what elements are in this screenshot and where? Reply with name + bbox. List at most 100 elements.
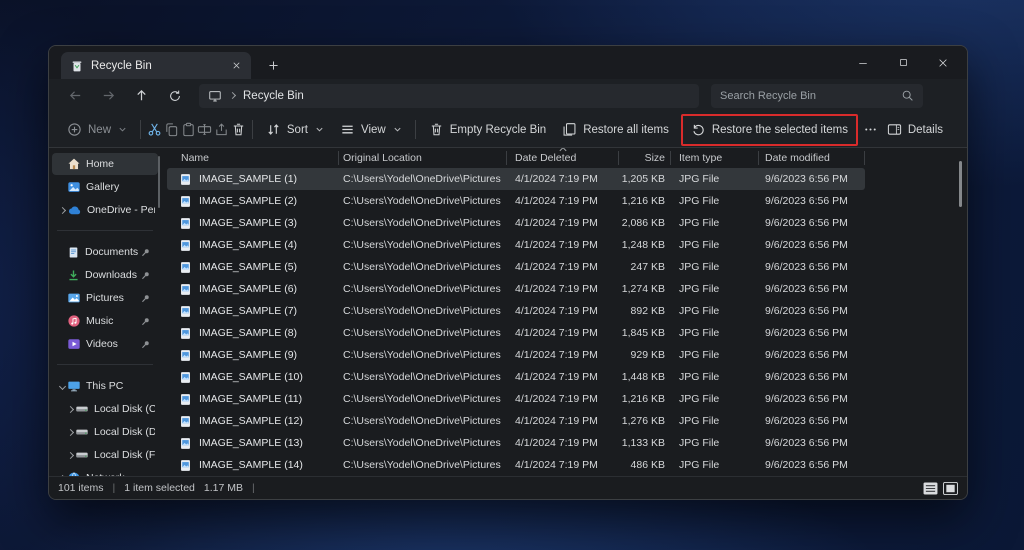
copy-button[interactable] bbox=[163, 116, 180, 144]
address-field[interactable]: Recycle Bin bbox=[199, 84, 699, 108]
close-window-button[interactable] bbox=[923, 46, 963, 79]
sidebar-item-documents[interactable]: Documents bbox=[52, 241, 158, 263]
chevron-down-icon bbox=[118, 125, 127, 134]
column-header-size[interactable]: Size bbox=[619, 148, 671, 168]
table-row[interactable]: IMAGE_SAMPLE (2) C:\Users\Yodel\OneDrive… bbox=[167, 190, 865, 212]
restore-icon bbox=[691, 122, 706, 137]
table-row[interactable]: IMAGE_SAMPLE (5) C:\Users\Yodel\OneDrive… bbox=[167, 256, 865, 278]
share-icon bbox=[214, 122, 229, 137]
sidebar-item-music[interactable]: Music bbox=[52, 310, 158, 332]
table-row[interactable]: IMAGE_SAMPLE (9) C:\Users\Yodel\OneDrive… bbox=[167, 344, 865, 366]
breadcrumb[interactable]: Recycle Bin bbox=[243, 90, 304, 102]
back-button[interactable] bbox=[59, 83, 92, 109]
refresh-button[interactable] bbox=[158, 83, 191, 109]
table-row[interactable]: IMAGE_SAMPLE (10) C:\Users\Yodel\OneDriv… bbox=[167, 366, 865, 388]
sort-button[interactable]: Sort bbox=[258, 116, 332, 144]
disk-icon bbox=[75, 425, 89, 439]
paste-button[interactable] bbox=[180, 116, 197, 144]
item-count: 101 items bbox=[58, 482, 104, 494]
sidebar-item-local-disk-c[interactable]: Local Disk (C:) bbox=[60, 398, 158, 420]
cut-button[interactable] bbox=[146, 116, 163, 144]
sidebar-item-network[interactable]: Network bbox=[52, 467, 158, 476]
more-options-button[interactable] bbox=[862, 116, 879, 144]
chevron-right-icon bbox=[66, 405, 73, 412]
music-icon bbox=[67, 314, 81, 328]
restore-all-items-button[interactable]: Restore all items bbox=[554, 116, 677, 144]
close-tab-button[interactable] bbox=[231, 60, 242, 71]
restore-selected-highlight-box: Restore the selected items bbox=[681, 114, 858, 146]
cut-icon bbox=[147, 122, 162, 137]
table-row[interactable]: IMAGE_SAMPLE (6) C:\Users\Yodel\OneDrive… bbox=[167, 278, 865, 300]
restore-all-items-label: Restore all items bbox=[583, 124, 669, 136]
sidebar-item-local-disk-f[interactable]: Local Disk (F:) bbox=[60, 444, 158, 466]
image-file-icon bbox=[179, 217, 192, 230]
view-button[interactable]: View bbox=[332, 116, 410, 144]
sidebar-item-home[interactable]: Home bbox=[52, 153, 158, 175]
table-row[interactable]: IMAGE_SAMPLE (11) C:\Users\Yodel\OneDriv… bbox=[167, 388, 865, 410]
pin-icon bbox=[141, 340, 150, 349]
documents-icon bbox=[67, 246, 80, 259]
column-header-original-location[interactable]: Original Location bbox=[339, 148, 507, 168]
status-separator: | bbox=[252, 482, 255, 494]
rename-button[interactable] bbox=[196, 116, 213, 144]
sidebar-item-downloads[interactable]: Downloads bbox=[52, 264, 158, 286]
table-row[interactable]: IMAGE_SAMPLE (7) C:\Users\Yodel\OneDrive… bbox=[167, 300, 865, 322]
explorer-body: Home Gallery OneDrive - Pers Documents D… bbox=[49, 148, 967, 476]
chevron-down-icon bbox=[393, 125, 402, 134]
table-row[interactable]: IMAGE_SAMPLE (12) C:\Users\Yodel\OneDriv… bbox=[167, 410, 865, 432]
column-header-item-type[interactable]: Item type bbox=[671, 148, 759, 168]
new-tab-button[interactable] bbox=[267, 59, 280, 72]
table-row[interactable]: IMAGE_SAMPLE (14) C:\Users\Yodel\OneDriv… bbox=[167, 454, 865, 476]
file-list: Name Original Location Date Deleted Size… bbox=[161, 148, 967, 476]
sidebar-item-videos[interactable]: Videos bbox=[52, 333, 158, 355]
delete-button[interactable] bbox=[230, 116, 247, 144]
share-button[interactable] bbox=[213, 116, 230, 144]
sidebar-item-pictures[interactable]: Pictures bbox=[52, 287, 158, 309]
search-icon bbox=[901, 89, 914, 102]
chevron-down-icon bbox=[58, 382, 65, 389]
sidebar-item-gallery[interactable]: Gallery bbox=[52, 176, 158, 198]
image-file-icon bbox=[179, 393, 192, 406]
new-button[interactable]: New bbox=[59, 116, 135, 144]
restore-selected-items-button[interactable]: Restore the selected items bbox=[683, 116, 856, 144]
chevron-right-icon bbox=[66, 428, 73, 435]
column-header-date-modified[interactable]: Date modified bbox=[759, 148, 865, 168]
details-pane-button[interactable]: Details bbox=[879, 116, 951, 144]
thispc-icon bbox=[67, 379, 81, 393]
tab-recycle-bin[interactable]: Recycle Bin bbox=[61, 52, 251, 79]
table-row[interactable]: IMAGE_SAMPLE (13) C:\Users\Yodel\OneDriv… bbox=[167, 432, 865, 454]
table-row[interactable]: IMAGE_SAMPLE (3) C:\Users\Yodel\OneDrive… bbox=[167, 212, 865, 234]
plus-circle-icon bbox=[67, 122, 82, 137]
sidebar-item-onedrive-pers[interactable]: OneDrive - Pers bbox=[52, 199, 158, 221]
restore-all-icon bbox=[562, 122, 577, 137]
image-file-icon bbox=[179, 261, 192, 274]
new-label: New bbox=[88, 124, 111, 136]
column-header-name[interactable]: Name bbox=[167, 148, 339, 168]
table-row[interactable]: IMAGE_SAMPLE (1) C:\Users\Yodel\OneDrive… bbox=[167, 168, 865, 190]
image-file-icon bbox=[179, 283, 192, 296]
column-header-date-deleted[interactable]: Date Deleted bbox=[507, 148, 619, 168]
table-row[interactable]: IMAGE_SAMPLE (8) C:\Users\Yodel\OneDrive… bbox=[167, 322, 865, 344]
chevron-right-icon bbox=[58, 474, 65, 476]
address-bar: Recycle Bin Search Recycle Bin bbox=[49, 79, 967, 112]
videos-icon bbox=[67, 337, 81, 351]
paste-icon bbox=[181, 122, 196, 137]
pin-icon bbox=[141, 294, 150, 303]
list-scrollbar[interactable] bbox=[959, 161, 962, 207]
sidebar-item-local-disk-d[interactable]: Local Disk (D:) bbox=[60, 421, 158, 443]
minimize-button[interactable] bbox=[843, 46, 883, 79]
forward-button[interactable] bbox=[92, 83, 125, 109]
table-row[interactable]: IMAGE_SAMPLE (4) C:\Users\Yodel\OneDrive… bbox=[167, 234, 865, 256]
up-button[interactable] bbox=[125, 83, 158, 109]
sidebar-scrollbar[interactable] bbox=[158, 156, 160, 208]
thumbnail-view-toggle[interactable] bbox=[943, 482, 958, 495]
tab-bar: Recycle Bin bbox=[49, 46, 967, 79]
search-box[interactable]: Search Recycle Bin bbox=[711, 84, 923, 108]
sidebar-item-this-pc[interactable]: This PC bbox=[52, 375, 158, 397]
image-file-icon bbox=[179, 305, 192, 318]
details-view-toggle[interactable] bbox=[923, 482, 938, 495]
sidebar-item-label: This PC bbox=[86, 380, 155, 392]
maximize-button[interactable] bbox=[883, 46, 923, 79]
empty-recycle-bin-button[interactable]: Empty Recycle Bin bbox=[421, 116, 555, 144]
sort-label: Sort bbox=[287, 124, 308, 136]
